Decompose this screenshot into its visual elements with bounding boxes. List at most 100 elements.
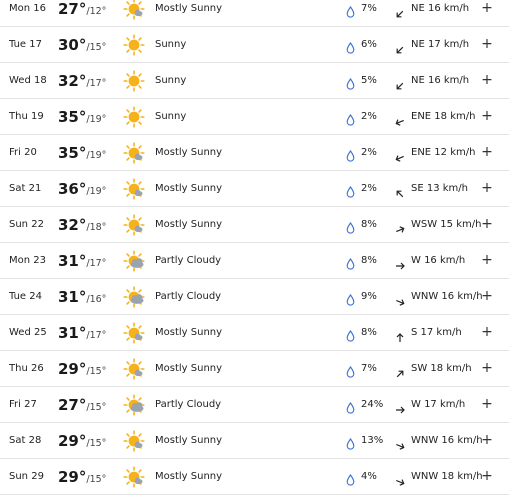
- expand-button[interactable]: +: [481, 423, 493, 458]
- wind-direction-icon: [395, 220, 405, 233]
- day-label: Thu 26: [9, 363, 44, 374]
- temperature: 35°/19°: [58, 135, 106, 174]
- wind-direction-icon: [395, 400, 405, 414]
- day-label: Thu 19: [9, 111, 44, 122]
- wind-direction-icon: [395, 472, 405, 486]
- forecast-row[interactable]: Sun 22 32°/18° Mostly Sunny 8% WSW 15 km…: [0, 207, 509, 243]
- expand-button[interactable]: +: [481, 459, 493, 494]
- raindrop-icon: [346, 183, 355, 198]
- raindrop-icon: [346, 147, 355, 162]
- precip-chance: 7%: [361, 3, 377, 14]
- day-label: Wed 25: [9, 327, 47, 338]
- forecast-row[interactable]: Wed 18 32°/17° Sunny 5% NE 16 km/h +: [0, 63, 509, 99]
- raindrop-icon: [346, 435, 355, 450]
- wind-speed: ENE 12 km/h: [411, 147, 476, 158]
- raindrop-icon: [346, 291, 355, 306]
- partly-cloudy-icon: [123, 394, 145, 416]
- wind-speed: SE 13 km/h: [411, 183, 468, 194]
- high-temp: 31°: [58, 288, 87, 306]
- wind-direction-icon: [395, 436, 405, 450]
- condition-text: Mostly Sunny: [155, 435, 223, 446]
- mostly-sunny-icon: [123, 430, 145, 452]
- precip-chance: 2%: [361, 111, 377, 122]
- wind-direction-icon: [395, 148, 405, 162]
- expand-button[interactable]: +: [481, 135, 493, 170]
- raindrop-icon: [346, 75, 355, 90]
- raindrop-icon: [346, 3, 355, 18]
- high-temp: 31°: [58, 252, 87, 270]
- expand-button[interactable]: +: [481, 279, 493, 314]
- mostly-sunny-icon: [123, 178, 145, 200]
- forecast-row[interactable]: Fri 27 27°/15° Partly Cloudy 24% W 17 km…: [0, 387, 509, 423]
- low-temp: /18°: [86, 222, 107, 233]
- sunny-icon: [123, 106, 145, 128]
- wind-direction-icon: [395, 184, 405, 198]
- forecast-row[interactable]: Tue 24 31°/16° Partly Cloudy 9% WNW 16 k…: [0, 279, 509, 315]
- partly-cloudy-icon: [123, 286, 145, 308]
- expand-button[interactable]: +: [481, 63, 493, 98]
- raindrop-icon: [346, 219, 355, 234]
- temperature: 36°/19°: [58, 171, 106, 210]
- day-label: Fri 27: [9, 399, 37, 410]
- low-temp: /16°: [86, 294, 107, 305]
- high-temp: 32°: [58, 216, 87, 234]
- expand-button[interactable]: +: [481, 315, 493, 350]
- expand-button[interactable]: +: [481, 171, 493, 206]
- condition-text: Mostly Sunny: [155, 147, 223, 158]
- raindrop-icon: [346, 255, 355, 270]
- condition-text: Mostly Sunny: [155, 3, 223, 14]
- condition-text: Mostly Sunny: [155, 471, 223, 482]
- day-label: Tue 17: [9, 39, 42, 50]
- precip-chance: 2%: [361, 183, 377, 194]
- forecast-row[interactable]: Sat 28 29°/15° Mostly Sunny 13% WNW 16 k…: [0, 423, 509, 459]
- expand-button[interactable]: +: [481, 243, 493, 278]
- condition-text: Partly Cloudy: [155, 255, 222, 266]
- day-label: Sun 22: [9, 219, 44, 230]
- condition-text: Sunny: [155, 75, 187, 86]
- temperature: 31°/16°: [58, 279, 106, 318]
- expand-button[interactable]: +: [481, 387, 493, 422]
- condition-text: Mostly Sunny: [155, 219, 223, 230]
- low-temp: /15°: [86, 474, 107, 485]
- forecast-row[interactable]: Mon 16 27°/12° Mostly Sunny 7% NE 16 km/…: [0, 0, 509, 27]
- forecast-row[interactable]: Thu 19 35°/19° Sunny 2% ENE 18 km/h +: [0, 99, 509, 135]
- precip-chance: 8%: [361, 327, 377, 338]
- expand-button[interactable]: +: [481, 99, 493, 134]
- condition-text: Partly Cloudy: [155, 291, 222, 302]
- forecast-row[interactable]: Sun 29 29°/15° Mostly Sunny 4% WNW 18 km…: [0, 459, 509, 495]
- expand-button[interactable]: +: [481, 207, 493, 242]
- temperature: 27°/15°: [58, 387, 106, 426]
- low-temp: /17°: [86, 330, 107, 341]
- raindrop-icon: [346, 39, 355, 54]
- high-temp: 35°: [58, 144, 87, 162]
- sunny-icon: [123, 34, 145, 56]
- temperature: 32°/18°: [58, 207, 106, 246]
- forecast-row[interactable]: Thu 26 29°/15° Mostly Sunny 7% SW 18 km/…: [0, 351, 509, 387]
- wind-direction-icon: [395, 76, 405, 90]
- precip-chance: 7%: [361, 363, 377, 374]
- forecast-row[interactable]: Sat 21 36°/19° Mostly Sunny 2% SE 13 km/…: [0, 171, 509, 207]
- wind-direction-icon: [395, 292, 405, 306]
- forecast-row[interactable]: Tue 17 30°/15° Sunny 6% NE 17 km/h +: [0, 27, 509, 63]
- low-temp: /15°: [86, 402, 107, 413]
- high-temp: 27°: [58, 396, 87, 414]
- high-temp: 30°: [58, 36, 87, 54]
- expand-button[interactable]: +: [481, 27, 493, 62]
- condition-text: Sunny: [155, 39, 187, 50]
- high-temp: 29°: [58, 432, 87, 450]
- forecast-row[interactable]: Wed 25 31°/17° Mostly Sunny 8% S 17 km/h…: [0, 315, 509, 351]
- forecast-row[interactable]: Mon 23 31°/17° Partly Cloudy 8% W 16 km/…: [0, 243, 509, 279]
- high-temp: 32°: [58, 72, 87, 90]
- temperature: 29°/15°: [58, 351, 106, 390]
- forecast-row[interactable]: Fri 20 35°/19° Mostly Sunny 2% ENE 12 km…: [0, 135, 509, 171]
- partly-cloudy-icon: [123, 250, 145, 272]
- wind-speed: W 17 km/h: [411, 399, 466, 410]
- expand-button[interactable]: +: [481, 351, 493, 386]
- wind-speed: WNW 18 km/h: [411, 471, 483, 482]
- low-temp: /17°: [86, 258, 107, 269]
- raindrop-icon: [346, 363, 355, 378]
- expand-button[interactable]: +: [481, 0, 493, 26]
- day-label: Fri 20: [9, 147, 37, 158]
- condition-text: Sunny: [155, 111, 187, 122]
- temperature: 31°/17°: [58, 243, 106, 282]
